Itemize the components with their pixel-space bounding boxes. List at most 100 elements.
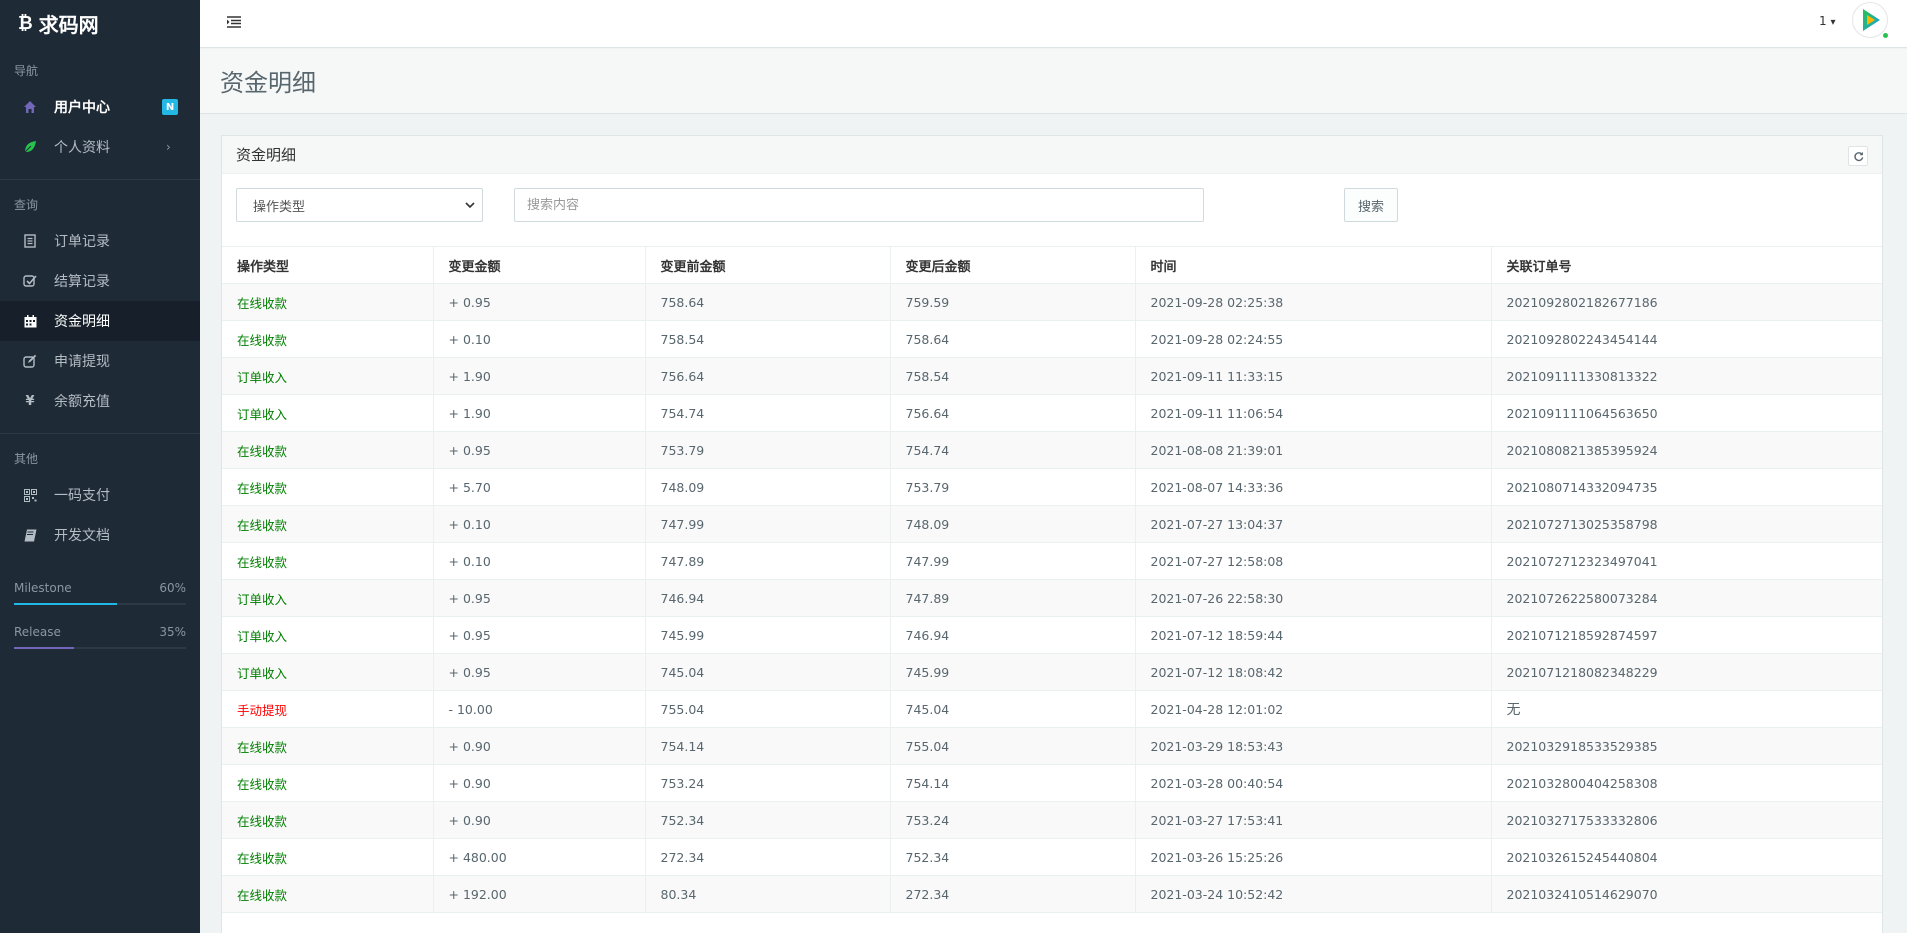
table-row: 订单收入 + 0.95 746.94 747.89 2021-07-26 22:58:3… [222,579,1882,617]
time-cell: 2021-09-11 11:33:15 [1135,357,1492,395]
search-input[interactable] [514,188,1204,222]
nav-section-label: 导航 [14,64,39,78]
sidebar-item-dev-docs[interactable]: 开发文档 [0,515,200,555]
milestone-progress: Milestone 60% [0,581,200,605]
scrollbar[interactable] [1901,48,1907,933]
topbar: 1 ▾ [200,0,1907,48]
sidebar-item-label: 个人资料 [54,140,110,156]
progress-track [14,647,186,649]
amount-change-cell: + 0.90 [433,727,646,765]
table-row: 在线收款 + 0.10 758.54 758.64 2021-09-28 02:24:5… [222,320,1882,358]
amount-change-cell: + 1.90 [433,394,646,432]
column-header[interactable]: 操作类型 [222,246,434,284]
sidebar-item-recharge[interactable]: ¥ 余额充值 [0,381,200,421]
table-row: 订单收入 + 1.90 754.74 756.64 2021-09-11 11:06:5… [222,394,1882,432]
amount-before-cell: 745.99 [645,616,891,654]
refresh-button[interactable] [1848,146,1868,166]
time-cell: 2021-07-12 18:08:42 [1135,653,1492,691]
sidebar-item-fund-details[interactable]: 资金明细 [0,301,200,341]
time-cell: 2021-09-11 11:06:54 [1135,394,1492,432]
amount-before-cell: 754.74 [645,394,891,432]
operation-type-cell: 在线收款 [222,505,434,543]
table-row: 订单收入 + 0.95 745.04 745.99 2021-07-12 18:08:4… [222,653,1882,691]
order-number-cell: 2021032717533332806 [1491,801,1882,839]
order-number-cell: 2021072713025358798 [1491,505,1882,543]
time-cell: 2021-07-27 13:04:37 [1135,505,1492,543]
amount-before-cell: 747.89 [645,542,891,580]
operation-type-cell: 在线收款 [222,875,434,913]
sidebar-item-withdraw[interactable]: 申请提现 [0,341,200,381]
user-dropdown[interactable]: 1 ▾ [1819,14,1836,28]
sidebar-item-label: 用户中心 [54,100,110,116]
progress-label: Milestone [14,581,72,595]
progress-label: Release [14,625,61,639]
time-cell: 2021-07-26 22:58:30 [1135,579,1492,617]
sidebar-item-user-center[interactable]: 用户中心 N [0,87,200,127]
amount-after-cell: 756.64 [890,394,1136,432]
amount-before-cell: 747.99 [645,505,891,543]
column-header[interactable]: 时间 [1135,246,1492,284]
amount-after-cell: 748.09 [890,505,1136,543]
operation-type-cell: 在线收款 [222,838,434,876]
operation-type-cell: 在线收款 [222,727,434,765]
time-cell: 2021-04-28 12:01:02 [1135,690,1492,728]
amount-after-cell: 747.89 [890,579,1136,617]
user-number: 1 [1819,14,1827,28]
brand-name: 求码网 [38,12,99,37]
amount-before-cell: 272.34 [645,838,891,876]
amount-change-cell: + 0.95 [433,431,646,469]
operation-type-cell: 订单收入 [222,616,434,654]
amount-change-cell: - 10.00 [433,690,646,728]
table-body: 在线收款 + 0.95 758.64 759.59 2021-09-28 02:25:3… [222,283,1882,913]
nav-section-label: 查询 [14,198,39,212]
sidebar-item-profile[interactable]: 个人资料 › [0,127,200,167]
fund-table: 操作类型 变更金额 变更前金额 变更后金额 时间 关联订单号 在线收款 + 0.9… [222,246,1882,913]
amount-after-cell: 746.94 [890,616,1136,654]
operation-type-cell: 在线收款 [222,764,434,802]
release-progress: Release 35% [0,625,200,649]
time-cell: 2021-03-28 00:40:54 [1135,764,1492,802]
menu-toggle-icon[interactable] [226,14,242,30]
amount-change-cell: + 0.95 [433,653,646,691]
sidebar-item-label: 余额充值 [54,394,110,410]
order-number-cell: 2021071218592874597 [1491,616,1882,654]
table-row: 在线收款 + 0.10 747.99 748.09 2021-07-27 13:04:3… [222,505,1882,543]
operation-type-cell: 手动提现 [222,690,434,728]
amount-before-cell: 753.79 [645,431,891,469]
sidebar-item-orders[interactable]: 订单记录 [0,221,200,261]
order-number-cell: 2021080714332094735 [1491,468,1882,506]
table-row: 在线收款 + 0.90 752.34 753.24 2021-03-27 17:53:4… [222,801,1882,839]
order-number-cell: 2021080821385395924 [1491,431,1882,469]
amount-after-cell: 747.99 [890,542,1136,580]
sidebar-item-qr-pay[interactable]: 一码支付 [0,475,200,515]
amount-before-cell: 755.04 [645,690,891,728]
operation-type-select[interactable]: 操作类型 [236,188,483,222]
order-number-cell: 2021072622580073284 [1491,579,1882,617]
column-header[interactable]: 变更前金额 [645,246,891,284]
amount-after-cell: 759.59 [890,283,1136,321]
amount-before-cell: 80.34 [645,875,891,913]
order-number-cell: 2021072712323497041 [1491,542,1882,580]
order-number-cell: 2021092802182677186 [1491,283,1882,321]
caret-down-icon: ▾ [1830,17,1836,28]
sidebar-item-label: 一码支付 [54,488,110,504]
edit-icon [22,353,38,369]
amount-before-cell: 748.09 [645,468,891,506]
table-row: 订单收入 + 1.90 756.64 758.54 2021-09-11 11:33:1… [222,357,1882,395]
table-row: 手动提现 - 10.00 755.04 745.04 2021-04-28 12:01:… [222,690,1882,728]
column-header[interactable]: 变更后金额 [890,246,1136,284]
sidebar-item-settlements[interactable]: 结算记录 [0,261,200,301]
amount-before-cell: 756.64 [645,357,891,395]
column-header[interactable]: 关联订单号 [1491,246,1882,284]
search-button[interactable]: 搜索 [1344,188,1398,222]
operation-type-cell: 在线收款 [222,801,434,839]
amount-before-cell: 758.54 [645,320,891,358]
brand[interactable]: ₿ 求码网 [0,0,200,46]
amount-change-cell: + 0.90 [433,801,646,839]
column-header[interactable]: 变更金额 [433,246,646,284]
online-status-dot [1882,32,1889,39]
refresh-icon [1853,151,1863,161]
panel-title: 资金明细 [236,146,297,164]
amount-after-cell: 754.74 [890,431,1136,469]
chevron-down-icon [465,202,475,209]
